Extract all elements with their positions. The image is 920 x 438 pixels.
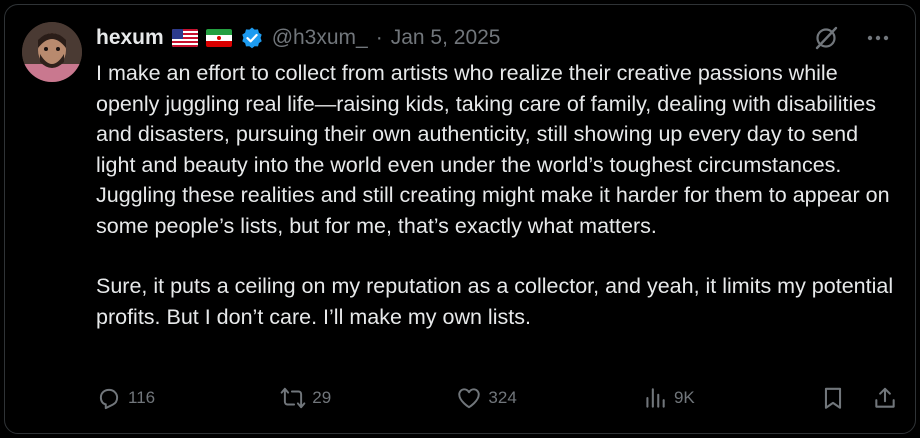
repost-icon [280,387,306,409]
author-name[interactable]: hexum [96,26,164,50]
bookmark-icon [824,387,842,409]
tweet-date[interactable]: Jan 5, 2025 [391,26,501,50]
tweet-paragraph: I make an effort to collect from artists… [96,61,890,238]
separator-dot: · [375,26,383,49]
bookmark-button[interactable] [820,385,846,411]
share-icon [875,387,895,408]
tweet-header: hexum @h3xum_ · Jan 5, 2025 [96,22,500,54]
repost-count: 29 [312,388,332,407]
iran-flag-icon [205,29,232,47]
grok-icon[interactable] [812,24,840,52]
views-button[interactable]: 9K [642,385,695,411]
tweet-paragraph: Sure, it puts a ceiling on my reputation… [96,274,894,329]
reply-button[interactable]: 116 [96,385,155,411]
avatar[interactable] [22,22,82,82]
verified-badge-icon[interactable] [240,26,264,50]
like-button[interactable]: 324 [456,385,517,411]
like-count: 324 [488,388,517,407]
person-avatar-icon [22,22,82,82]
secondary-actions [820,385,898,411]
share-button[interactable] [872,385,898,411]
author-handle[interactable]: @h3xum_ [272,26,368,50]
view-count: 9K [673,388,695,407]
us-flag-icon [171,29,198,47]
tweet-action-bar: 116 29 324 9K [96,380,898,416]
reply-count: 116 [128,388,156,407]
repost-button[interactable]: 29 [280,385,331,411]
views-chart-icon [646,388,665,408]
tweet-text: I make an effort to collect from artists… [96,58,896,332]
heart-icon [458,388,481,409]
reply-icon [99,388,119,410]
tweet-top-actions [812,24,892,52]
more-options-icon[interactable] [864,24,892,52]
